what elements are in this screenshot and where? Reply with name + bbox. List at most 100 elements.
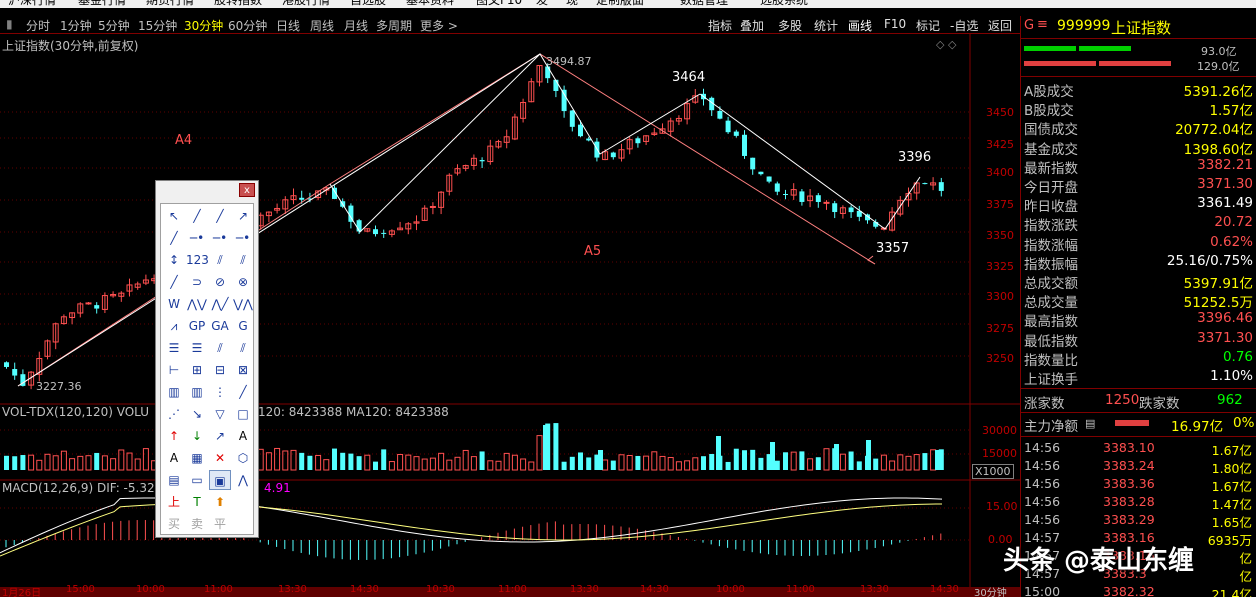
circle-icon[interactable]: ⊘ [209,272,231,292]
menu-item[interactable]: 自选股 [350,0,386,8]
parallel-icon[interactable]: ⫽ [209,250,231,270]
period-tab[interactable]: 30分钟 [184,17,223,34]
paint-icon[interactable]: ⬡ [232,448,254,468]
channel-icon[interactable]: ⫽ [232,250,254,270]
period-tab[interactable]: 15分钟 [138,17,177,34]
menu-icon[interactable]: ≡ [1037,17,1048,32]
sidebar-toggle-icon[interactable]: ▮ [6,17,13,31]
period-tab[interactable]: 月线 [344,17,368,34]
text-icon[interactable]: A [232,426,254,446]
period-tab[interactable]: 更多 > [420,17,458,34]
wave4-icon[interactable]: ⋁⋀ [232,294,254,314]
wave-icon[interactable]: W [163,294,185,314]
menu-item[interactable]: 股转指数 [214,0,262,8]
down-arrow-icon[interactable]: ↓ [186,426,208,446]
buy-icon[interactable]: 买 [163,514,185,534]
menu-item[interactable]: 现 [566,0,578,8]
ga-icon[interactable]: GA [209,316,231,336]
bars2-icon[interactable]: ▥ [186,382,208,402]
menu-item[interactable]: 沪深行情 [8,0,56,8]
period-tab[interactable]: 周线 [310,17,334,34]
hray-icon[interactable]: ─• [232,228,254,248]
segment-icon[interactable]: ╱ [163,228,185,248]
chart-tool-button[interactable]: 叠加 [740,17,764,34]
menu-item[interactable]: 基金行情 [78,0,126,8]
chart-tool-button[interactable]: -自选 [950,17,978,34]
arrow-down-icon[interactable]: ↘ [186,404,208,424]
chart-tool-button[interactable]: 标记 [916,17,940,34]
period-tab[interactable]: 1分钟 [60,17,92,34]
toolbox-header[interactable]: x [156,181,258,201]
t-mark-icon[interactable]: T [186,492,208,512]
menu-item[interactable]: 期货行情 [146,0,194,8]
chart-control-icons[interactable]: ◇ ◇ [936,38,956,51]
rect-icon[interactable]: □ [232,404,254,424]
chart-tool-button[interactable]: 多股 [778,17,802,34]
text2-icon[interactable]: A [163,448,185,468]
menu-item[interactable]: 数据管理 [680,0,728,8]
chart-tool-button[interactable]: 画线 [848,17,872,34]
gp-icon[interactable]: GP [186,316,208,336]
period-tab[interactable]: 60分钟 [228,17,267,34]
period-tab[interactable]: 分时 [26,17,50,34]
angle-icon[interactable]: ╱ [232,382,254,402]
volume-bar [922,453,928,470]
buy-mark-icon[interactable]: 上 [163,492,185,512]
flat-icon[interactable]: 平 [209,514,231,534]
ray-icon[interactable]: ╱ [209,206,231,226]
hline-icon[interactable]: ─• [186,228,208,248]
period-tab[interactable]: 日线 [276,17,300,34]
gann-icon[interactable]: ⫽ [209,338,231,358]
chart-tool-button[interactable]: 统计 [814,17,838,34]
fib-icon[interactable]: ☰ [163,338,185,358]
menu-item[interactable]: 基本资料 [406,0,454,8]
fan-icon[interactable]: ⋰ [163,404,185,424]
price-label-icon[interactable]: 123 [186,250,209,270]
box2-icon[interactable]: ⊟ [209,360,231,380]
wave2-icon[interactable]: ⋀⋁ [186,294,208,314]
period-tab[interactable]: 5分钟 [98,17,130,34]
line-icon[interactable]: ╱ [186,206,208,226]
menu-item[interactable]: 选股系统 [760,0,808,8]
bars-icon[interactable]: ▥ [163,382,185,402]
vline-icon[interactable]: ↕ [163,250,185,270]
period-icon[interactable]: ⊢ [163,360,185,380]
menu-item[interactable]: 定制版面 [596,0,644,8]
mark-icon[interactable]: ↗ [209,426,231,446]
pointer-icon[interactable]: ↖ [163,206,185,226]
fill-icon[interactable]: ▦ [186,448,208,468]
chart-tool-button[interactable]: 返回 [988,17,1012,34]
up-arrow-icon[interactable]: ↑ [163,426,185,446]
trend-icon[interactable]: ╱ [163,272,185,292]
box3-icon[interactable]: ⊠ [232,360,254,380]
chart-tool-button[interactable]: 指标 [708,17,732,34]
drawing-toolbox[interactable]: x ↖ ╱ ╱ ↗ ╱ ─• ─• ─• ↕ 123 ⫽ ⫽ ╱ ⊃ ⊘ ⊗ W ⋀⋁ ⋀╱ ⋁⋀ ⩘ GP GA G ☰ ☰ ⫽ ⫽… [155,180,259,538]
pattern-icon[interactable]: ⩘ [163,316,185,336]
screen-icon[interactable]: ▣ [209,470,231,490]
arc-icon[interactable]: ⊃ [186,272,208,292]
sell-icon[interactable]: 卖 [186,514,208,534]
chart-tool-button[interactable]: F10 [884,17,906,31]
gann2-icon[interactable]: ⫽ [232,338,254,358]
fib2-icon[interactable]: ☰ [186,338,208,358]
kline-chart[interactable] [0,34,1020,597]
updown-icon[interactable]: ⬆ [209,492,231,512]
menu-item[interactable]: 港股行情 [282,0,330,8]
arrow-line-icon[interactable]: ↗ [232,206,254,226]
hseg-icon[interactable]: ─• [209,228,231,248]
list-icon[interactable]: ▤ [1085,417,1095,430]
ruler-icon[interactable]: ▭ [186,470,208,490]
delete-icon[interactable]: ✕ [209,448,231,468]
g-icon[interactable]: G [232,316,254,336]
ellipse-icon[interactable]: ⊗ [232,272,254,292]
wave3-icon[interactable]: ⋀╱ [209,294,231,314]
peak-icon[interactable]: ⋀ [232,470,254,490]
menu-item[interactable]: 发 [536,0,548,8]
dots-icon[interactable]: ⋮ [209,382,231,402]
note-icon[interactable]: ▤ [163,470,185,490]
close-icon[interactable]: x [239,183,255,197]
menu-item[interactable]: 图文F10 [476,0,522,8]
triangle-icon[interactable]: ▽ [209,404,231,424]
box-icon[interactable]: ⊞ [186,360,208,380]
period-tab[interactable]: 多周期 [376,17,412,34]
